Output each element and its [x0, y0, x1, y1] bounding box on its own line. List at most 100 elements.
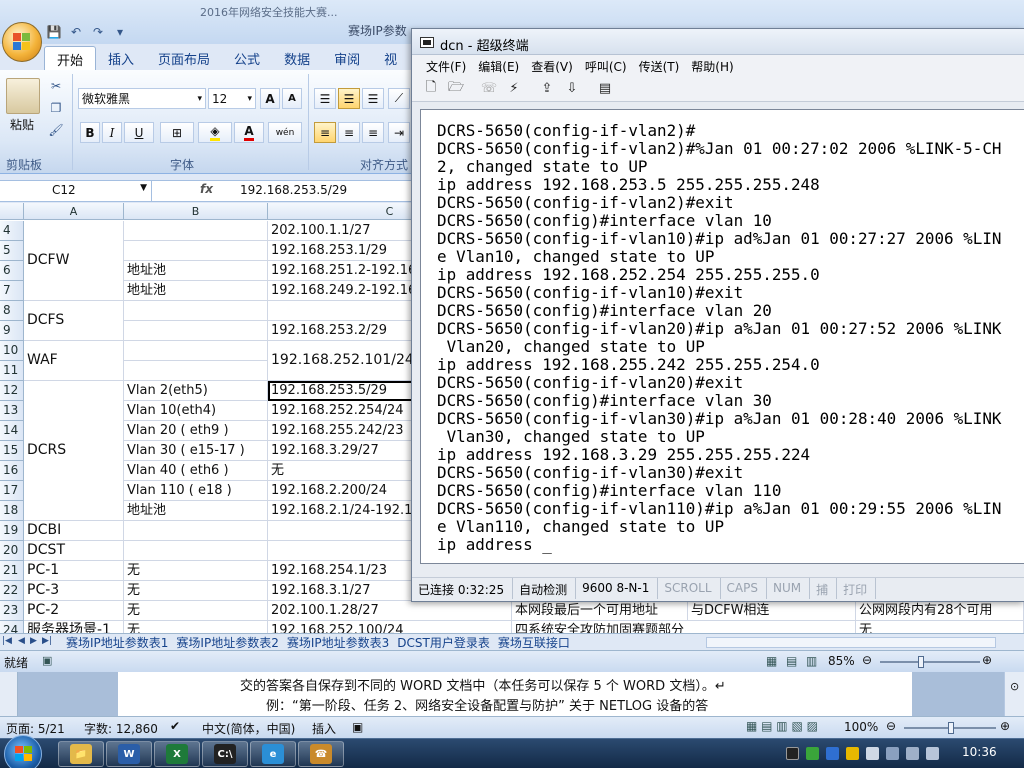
- copy-icon[interactable]: ❐: [48, 100, 64, 116]
- table-cell[interactable]: [124, 221, 268, 241]
- tab-formulas[interactable]: 公式: [222, 46, 272, 70]
- table-cell[interactable]: WAF: [24, 341, 124, 381]
- table-cell[interactable]: [124, 541, 268, 561]
- row-header[interactable]: 20: [0, 541, 24, 561]
- clock[interactable]: 10:36: [962, 745, 997, 759]
- cut-icon[interactable]: ✂: [48, 78, 64, 94]
- tab-data[interactable]: 数据: [272, 46, 322, 70]
- row-header[interactable]: 11: [0, 361, 24, 381]
- office-button[interactable]: [2, 22, 42, 62]
- table-cell[interactable]: 与DCFW相连: [688, 601, 856, 621]
- properties-icon[interactable]: ▤: [596, 80, 614, 98]
- next-sheet-icon[interactable]: ▶: [30, 636, 37, 646]
- orientation-button[interactable]: ⟋: [388, 88, 410, 109]
- sheet-tab-4[interactable]: DCST用户登录表: [393, 634, 494, 651]
- sheet-tab-3[interactable]: 赛场IP地址参数表3: [283, 634, 393, 651]
- font-size-select[interactable]: 12 ▾: [208, 88, 256, 109]
- word-zoom-level[interactable]: 100%: [844, 720, 878, 734]
- table-cell[interactable]: [124, 341, 268, 361]
- borders-button[interactable]: ⊞: [160, 122, 194, 143]
- zoom-slider-thumb[interactable]: [918, 656, 924, 668]
- indent-button[interactable]: ⇥: [388, 122, 410, 143]
- paste-button-label[interactable]: 粘贴: [10, 116, 34, 133]
- fx-icon[interactable]: fx: [200, 182, 213, 196]
- last-sheet-icon[interactable]: ▶|: [42, 636, 52, 646]
- align-middle-button[interactable]: ☰: [338, 88, 360, 109]
- table-cell[interactable]: Vlan 20 ( eth9 ): [124, 421, 268, 441]
- word-insert-mode[interactable]: 插入: [312, 720, 336, 737]
- table-cell[interactable]: Vlan 30 ( e15-17 ): [124, 441, 268, 461]
- word-language[interactable]: 中文(简体，中国): [202, 720, 295, 737]
- align-bottom-button[interactable]: ☰: [362, 88, 384, 109]
- table-cell[interactable]: [124, 241, 268, 261]
- row-header[interactable]: 7: [0, 281, 24, 301]
- terminal-title-bar[interactable]: dcn - 超级终端: [412, 29, 1024, 55]
- italic-button[interactable]: I: [102, 122, 122, 143]
- zoom-out-icon[interactable]: ⊖: [862, 653, 872, 667]
- ime-icon[interactable]: [846, 747, 859, 760]
- word-page[interactable]: 交的答案各自保存到不同的 WORD 文档中（本任务可以保存 5 个 WORD 文…: [118, 672, 912, 716]
- table-cell[interactable]: 无: [124, 581, 268, 601]
- dial-icon[interactable]: ☏: [480, 80, 498, 98]
- row-header[interactable]: 14: [0, 421, 24, 441]
- table-cell[interactable]: 无: [124, 601, 268, 621]
- row-header[interactable]: 21: [0, 561, 24, 581]
- normal-view-icon[interactable]: ▦: [766, 654, 777, 668]
- table-cell[interactable]: 服务器场景-1: [24, 621, 124, 633]
- row-header[interactable]: 17: [0, 481, 24, 501]
- new-connection-icon[interactable]: 🗋: [422, 80, 440, 98]
- tab-page-layout[interactable]: 页面布局: [146, 46, 222, 70]
- tab-home[interactable]: 开始: [44, 46, 97, 70]
- table-cell[interactable]: 无: [124, 621, 268, 633]
- page-break-view-icon[interactable]: ▥: [806, 654, 817, 668]
- redo-icon[interactable]: ↷: [90, 24, 106, 40]
- row-header[interactable]: 6: [0, 261, 24, 281]
- display-icon[interactable]: [906, 747, 919, 760]
- table-cell[interactable]: [124, 321, 268, 341]
- column-header-b[interactable]: B: [124, 203, 268, 220]
- table-cell[interactable]: 公网网段内有28个可用: [856, 601, 1024, 621]
- table-cell[interactable]: 地址池: [124, 261, 268, 281]
- table-cell[interactable]: 地址池: [124, 281, 268, 301]
- table-cell[interactable]: PC-1: [24, 561, 124, 581]
- taskbar-button-word[interactable]: W: [106, 741, 152, 767]
- zoom-level[interactable]: 85%: [828, 654, 855, 668]
- row-header[interactable]: 13: [0, 401, 24, 421]
- shrink-font-button[interactable]: A: [282, 88, 302, 109]
- table-cell[interactable]: DCBI: [24, 521, 124, 541]
- sheet-tab-2[interactable]: 赛场IP地址参数表2: [172, 634, 282, 651]
- taskbar-button-ie[interactable]: e: [250, 741, 296, 767]
- security-shield-icon[interactable]: [826, 747, 839, 760]
- bold-button[interactable]: B: [80, 122, 100, 143]
- row-header[interactable]: 23: [0, 601, 24, 621]
- table-cell[interactable]: [124, 521, 268, 541]
- table-cell[interactable]: [124, 361, 268, 381]
- taskbar-button-cmd[interactable]: C:\: [202, 741, 248, 767]
- row-header[interactable]: 15: [0, 441, 24, 461]
- macro-record-icon[interactable]: ▣: [42, 654, 52, 667]
- underline-button[interactable]: U: [124, 122, 154, 143]
- tab-insert[interactable]: 插入: [96, 46, 146, 70]
- row-header[interactable]: 16: [0, 461, 24, 481]
- row-header[interactable]: 22: [0, 581, 24, 601]
- row-header[interactable]: 9: [0, 321, 24, 341]
- align-left-button[interactable]: ≡: [314, 122, 336, 143]
- row-header[interactable]: 5: [0, 241, 24, 261]
- table-cell[interactable]: DCFS: [24, 301, 124, 341]
- zoom-out-icon[interactable]: ⊖: [886, 719, 896, 733]
- table-cell[interactable]: Vlan 40 ( eth6 ): [124, 461, 268, 481]
- table-cell[interactable]: PC-3: [24, 581, 124, 601]
- font-color-button[interactable]: A: [234, 122, 264, 143]
- table-cell[interactable]: Vlan 10(eth4): [124, 401, 268, 421]
- disconnect-icon[interactable]: ⚡: [505, 80, 523, 98]
- undo-icon[interactable]: ↶: [68, 24, 84, 40]
- fill-color-button[interactable]: ◈: [198, 122, 232, 143]
- volume-icon[interactable]: [926, 747, 939, 760]
- name-box[interactable]: C12 ▼: [0, 181, 152, 202]
- zoom-slider[interactable]: [880, 661, 980, 663]
- row-header[interactable]: 12: [0, 381, 24, 401]
- menu-help[interactable]: 帮助(H): [685, 55, 739, 76]
- row-header[interactable]: 24: [0, 621, 24, 633]
- table-cell[interactable]: DCFW: [24, 221, 124, 301]
- phonetic-button[interactable]: wén: [268, 122, 302, 143]
